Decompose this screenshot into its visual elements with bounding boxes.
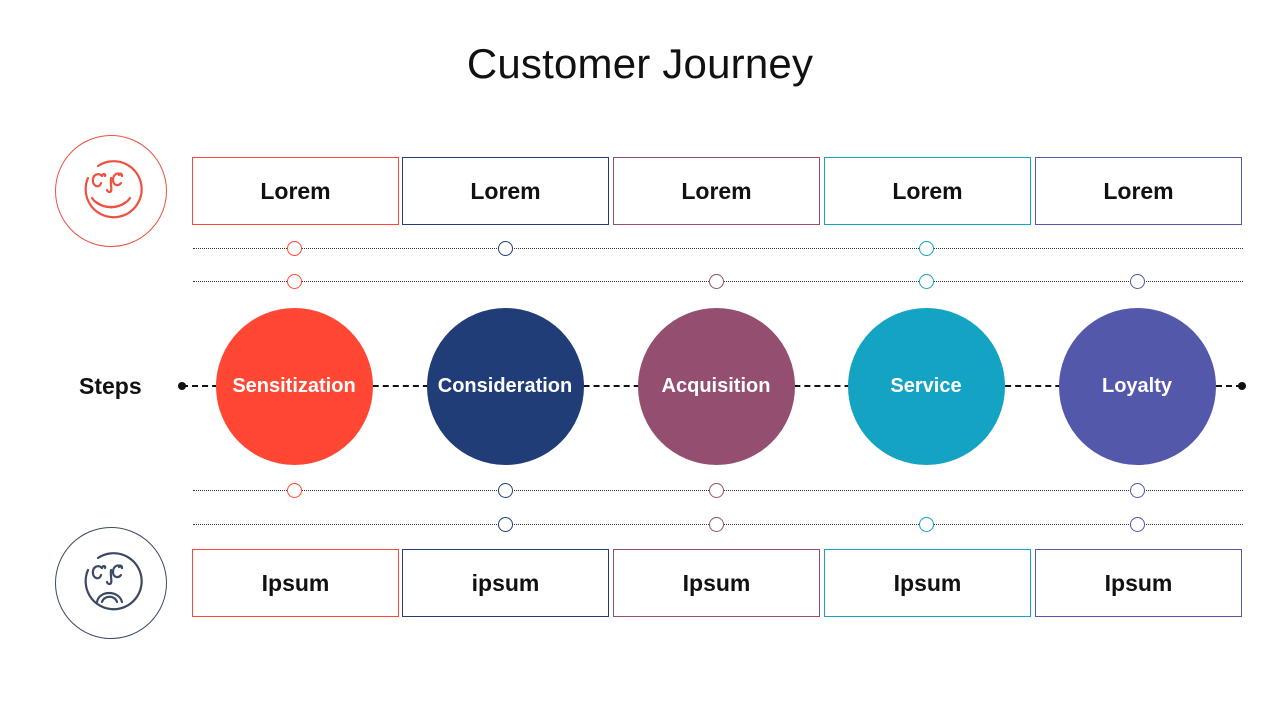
sad-face-icon: [84, 552, 143, 611]
marker-bottom-line-2-col-4: [918, 517, 934, 532]
marker-top-line-1-col-4: [918, 241, 934, 256]
step-label: Sensitization: [232, 375, 356, 397]
marker-top-line-2-col-4: [918, 274, 934, 289]
bottom-box-2: ipsum: [402, 549, 609, 617]
step-label: Acquisition: [661, 375, 771, 397]
steps-label: Steps: [79, 373, 142, 399]
marker-bottom-line-2-col-2: [497, 517, 513, 532]
bottom-box-1: Ipsum: [192, 549, 399, 617]
top-box-4: Lorem: [824, 157, 1031, 225]
bottom-box-5: Ipsum: [1035, 549, 1242, 617]
step-circle-loyalty: Loyalty: [1058, 308, 1216, 465]
marker-top-line-1-col-2: [497, 241, 513, 256]
step-label: Loyalty: [1101, 375, 1173, 397]
step-circle-service: Service: [847, 308, 1005, 465]
top-box-5: Lorem: [1035, 157, 1242, 225]
step-label: Service: [890, 375, 962, 397]
sad-face-badge: [55, 527, 167, 639]
step-circle-acquisition: Acquisition: [637, 308, 795, 465]
marker-top-line-2-col-5: [1129, 274, 1145, 289]
top-box-2: Lorem: [402, 157, 609, 225]
top-box-3: Lorem: [613, 157, 820, 225]
happy-face-badge: [55, 135, 167, 247]
marker-top-line-2-col-1: [286, 274, 302, 289]
top-dotted-line-1: [193, 248, 1243, 249]
step-circle-sensitization: Sensitization: [215, 308, 373, 465]
marker-bottom-line-1-col-3: [708, 483, 724, 498]
step-circle-consideration: Consideration: [426, 308, 584, 465]
steps-line-end-dot: [1238, 382, 1246, 390]
steps-line-start-dot: [178, 382, 186, 390]
bottom-box-4: Ipsum: [824, 549, 1031, 617]
marker-top-line-2-col-3: [708, 274, 724, 289]
marker-bottom-line-2-col-3: [708, 517, 724, 532]
marker-bottom-line-2-col-5: [1129, 517, 1145, 532]
marker-bottom-line-1-col-1: [286, 483, 302, 498]
top-box-1: Lorem: [192, 157, 399, 225]
page-title: Customer Journey: [466, 40, 814, 87]
bottom-box-3: Ipsum: [613, 549, 820, 617]
happy-face-icon: [84, 160, 143, 219]
marker-bottom-line-1-col-2: [497, 483, 513, 498]
marker-top-line-1-col-1: [286, 241, 302, 256]
step-label: Consideration: [437, 375, 573, 397]
marker-bottom-line-1-col-5: [1129, 483, 1145, 498]
